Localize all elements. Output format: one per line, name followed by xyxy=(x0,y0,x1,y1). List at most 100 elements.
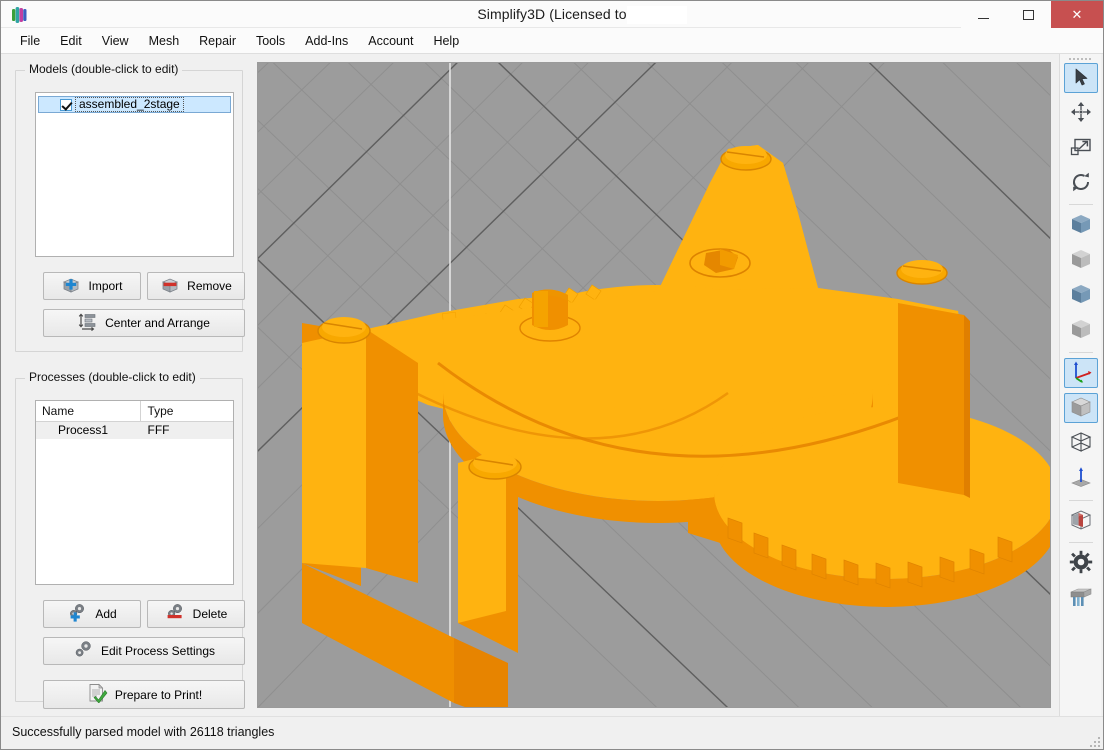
maximize-button[interactable] xyxy=(1006,1,1051,28)
prepare-to-print-label: Prepare to Print! xyxy=(114,687,203,702)
maximize-icon xyxy=(1023,9,1034,20)
cube-blue-icon xyxy=(1069,212,1093,239)
edit-process-settings-label: Edit Process Settings xyxy=(100,644,216,658)
delete-process-button[interactable]: Delete xyxy=(147,600,245,628)
view-front-button[interactable] xyxy=(1064,210,1098,240)
gears-icon xyxy=(73,640,94,663)
delete-gear-minus-icon xyxy=(165,603,186,626)
left-panel: Models (double-click to edit) assembled_… xyxy=(1,54,253,716)
processes-table[interactable]: Name Type Process1 FFF xyxy=(35,400,234,585)
center-and-arrange-label: Center and Arrange xyxy=(105,316,210,330)
document-check-icon xyxy=(86,683,108,706)
hex-hole xyxy=(689,248,751,278)
window-controls: ✕ xyxy=(961,1,1103,28)
rotate-arrows-icon xyxy=(1070,171,1092,196)
toolbar-separator-4 xyxy=(1069,542,1093,543)
menu-tools[interactable]: Tools xyxy=(246,30,295,52)
title-bar: Simplify3D (Licensed to ✕ xyxy=(1,1,1103,28)
shaded-view-button[interactable] xyxy=(1064,393,1098,423)
rotate-tool-button[interactable] xyxy=(1064,168,1098,198)
cube-gray-icon xyxy=(1069,247,1093,274)
list-item[interactable]: assembled_2stage xyxy=(38,96,231,113)
license-redaction xyxy=(627,6,687,24)
wireframe-view-button[interactable] xyxy=(1064,428,1098,458)
edit-process-settings-button[interactable]: Edit Process Settings xyxy=(43,637,245,665)
scale-rect-icon xyxy=(1070,137,1092,160)
menu-repair[interactable]: Repair xyxy=(189,30,246,52)
toolbar-separator-3 xyxy=(1069,500,1093,501)
prepare-to-print-button[interactable]: Prepare to Print! xyxy=(43,680,245,709)
add-button-label: Add xyxy=(95,607,117,621)
select-tool-button[interactable] xyxy=(1064,63,1098,93)
cross-section-cube-icon xyxy=(1069,508,1093,535)
delete-button-label: Delete xyxy=(192,607,228,621)
import-button-label: Import xyxy=(88,279,123,293)
supports-button[interactable] xyxy=(1064,583,1098,613)
import-cube-plus-icon xyxy=(61,275,81,298)
import-button[interactable]: Import xyxy=(43,272,141,300)
menu-add-ins[interactable]: Add-Ins xyxy=(295,30,358,52)
move-arrows-icon xyxy=(1070,101,1092,126)
view-toolbar xyxy=(1059,54,1101,716)
menu-edit[interactable]: Edit xyxy=(50,30,92,52)
process-name-cell: Process1 xyxy=(58,423,109,437)
normals-view-button[interactable] xyxy=(1064,463,1098,493)
toolbar-separator-2 xyxy=(1069,352,1093,353)
resize-grip[interactable] xyxy=(1088,735,1100,747)
column-header-type: Type xyxy=(147,404,174,418)
settings-button[interactable] xyxy=(1064,548,1098,578)
center-arrange-icon xyxy=(78,313,98,334)
center-and-arrange-button[interactable]: Center and Arrange xyxy=(43,309,245,337)
status-bar: Successfully parsed model with 26118 tri… xyxy=(1,716,1103,749)
view-iso-button[interactable] xyxy=(1064,315,1098,345)
view-side-button[interactable] xyxy=(1064,245,1098,275)
add-gear-plus-icon xyxy=(67,603,88,626)
minimize-icon xyxy=(978,17,989,19)
models-group: Models (double-click to edit) assembled_… xyxy=(15,62,245,352)
move-tool-button[interactable] xyxy=(1064,98,1098,128)
status-message: Successfully parsed model with 26118 tri… xyxy=(12,725,275,739)
scale-tool-button[interactable] xyxy=(1064,133,1098,163)
minimize-button[interactable] xyxy=(961,1,1006,28)
models-group-title: Models (double-click to edit) xyxy=(25,62,183,76)
cross-section-button[interactable] xyxy=(1064,506,1098,536)
close-icon: ✕ xyxy=(1071,7,1083,22)
wireframe-cube-icon xyxy=(1069,430,1093,457)
toolbar-separator-1 xyxy=(1069,204,1093,205)
process-type-cell: FFF xyxy=(147,423,170,437)
column-header-name: Name xyxy=(36,401,142,421)
support-structure-icon xyxy=(1069,586,1093,611)
model-visibility-checkbox[interactable] xyxy=(60,98,72,111)
menu-mesh[interactable]: Mesh xyxy=(139,30,190,52)
menu-file[interactable]: File xyxy=(10,30,50,52)
toolbar-grip[interactable] xyxy=(1069,57,1093,62)
processes-table-header: Name Type xyxy=(36,401,233,422)
processes-group-title: Processes (double-click to edit) xyxy=(25,370,200,384)
normal-arrow-icon xyxy=(1069,466,1093,491)
models-list[interactable]: assembled_2stage xyxy=(35,92,234,257)
menu-view[interactable]: View xyxy=(92,30,139,52)
remove-button[interactable]: Remove xyxy=(147,272,245,300)
menu-bar: File Edit View Mesh Repair Tools Add-Ins… xyxy=(1,28,1103,54)
view-top-button[interactable] xyxy=(1064,280,1098,310)
menu-account[interactable]: Account xyxy=(358,30,423,52)
remove-cube-minus-icon xyxy=(160,275,180,298)
3d-viewport[interactable] xyxy=(257,62,1051,708)
close-button[interactable]: ✕ xyxy=(1051,1,1103,28)
table-row[interactable]: Process1 FFF xyxy=(36,422,233,439)
cursor-arrow-icon xyxy=(1071,67,1091,90)
toggle-axes-button[interactable] xyxy=(1064,358,1098,388)
model-name-label: assembled_2stage xyxy=(75,97,184,112)
window-title: Simplify3D (Licensed to xyxy=(477,6,627,22)
viewport-scene xyxy=(258,63,1050,707)
main-content: Models (double-click to edit) assembled_… xyxy=(1,54,1103,716)
menu-help[interactable]: Help xyxy=(423,30,469,52)
solid-cube-icon xyxy=(1069,395,1093,422)
simplify3d-window: Simplify3D (Licensed to ✕ File Edit View… xyxy=(0,0,1104,750)
processes-group: Processes (double-click to edit) Name Ty… xyxy=(15,370,245,709)
axes-icon xyxy=(1069,360,1093,387)
gear-icon xyxy=(1069,550,1093,577)
add-process-button[interactable]: Add xyxy=(43,600,141,628)
remove-button-label: Remove xyxy=(187,279,232,293)
cube-blue-icon xyxy=(1069,282,1093,309)
